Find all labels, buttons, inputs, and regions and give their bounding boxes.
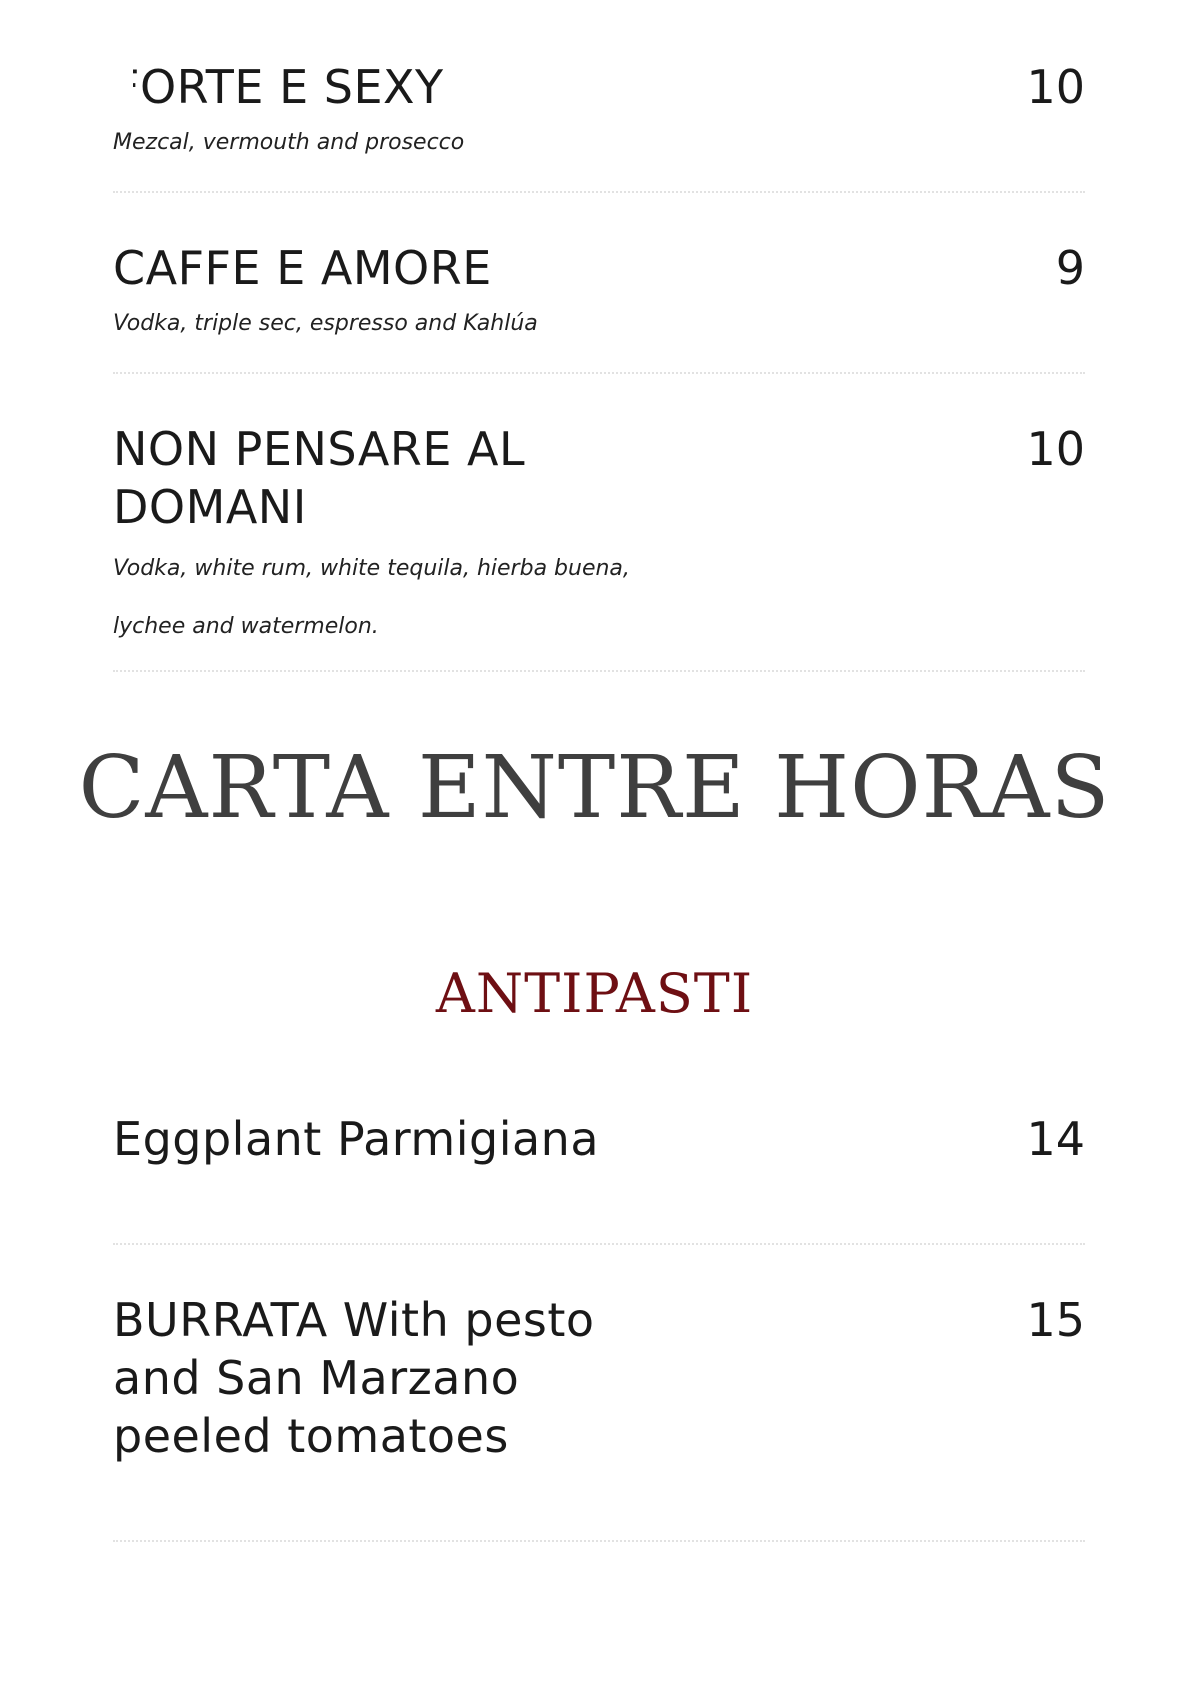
item-description: Vodka, triple sec, espresso and Kahlúa — [113, 311, 538, 336]
section-title: CARTA ENTRE HORAS — [78, 738, 1111, 838]
item-price: 15 — [1026, 1293, 1085, 1347]
menu-item-eggplant-parmigiana: Eggplant Parmigiana 14 — [113, 1110, 1085, 1168]
divider — [113, 1540, 1085, 1542]
divider — [113, 1243, 1085, 1245]
item-name: BURRATA With pesto and San Marzano peele… — [113, 1293, 595, 1463]
menu-item-forte-e-sexy: FORTE E SEXY 10 Mezcal, vermouth and pro… — [113, 58, 1085, 172]
clipped-edge — [113, 58, 133, 118]
item-description-line-1: Vodka, white rum, white tequila, hierba … — [113, 556, 630, 581]
item-price: 10 — [1026, 60, 1085, 114]
divider — [113, 670, 1085, 672]
item-price: 9 — [1055, 241, 1085, 295]
menu-item-non-pensare-al-domani: NON PENSARE AL DOMANI 10 Vodka, white ru… — [113, 420, 1085, 656]
item-description: Mezcal, vermouth and prosecco — [113, 130, 465, 155]
item-name: NON PENSARE AL DOMANI — [113, 422, 526, 534]
item-price: 14 — [1026, 1112, 1085, 1166]
section-subtitle: ANTIPASTI — [435, 962, 754, 1025]
divider — [113, 191, 1085, 193]
divider — [113, 372, 1085, 374]
item-description-line-2: lychee and watermelon. — [113, 614, 379, 639]
menu-item-burrata: BURRATA With pesto and San Marzano peele… — [113, 1291, 1085, 1465]
item-name: Eggplant Parmigiana — [113, 1112, 600, 1166]
item-price: 10 — [1026, 422, 1085, 476]
menu-item-caffe-e-amore: CAFFE E AMORE 9 Vodka, triple sec, espre… — [113, 239, 1085, 353]
item-name: FORTE E SEXY — [113, 60, 444, 114]
item-name: CAFFE E AMORE — [113, 241, 492, 295]
